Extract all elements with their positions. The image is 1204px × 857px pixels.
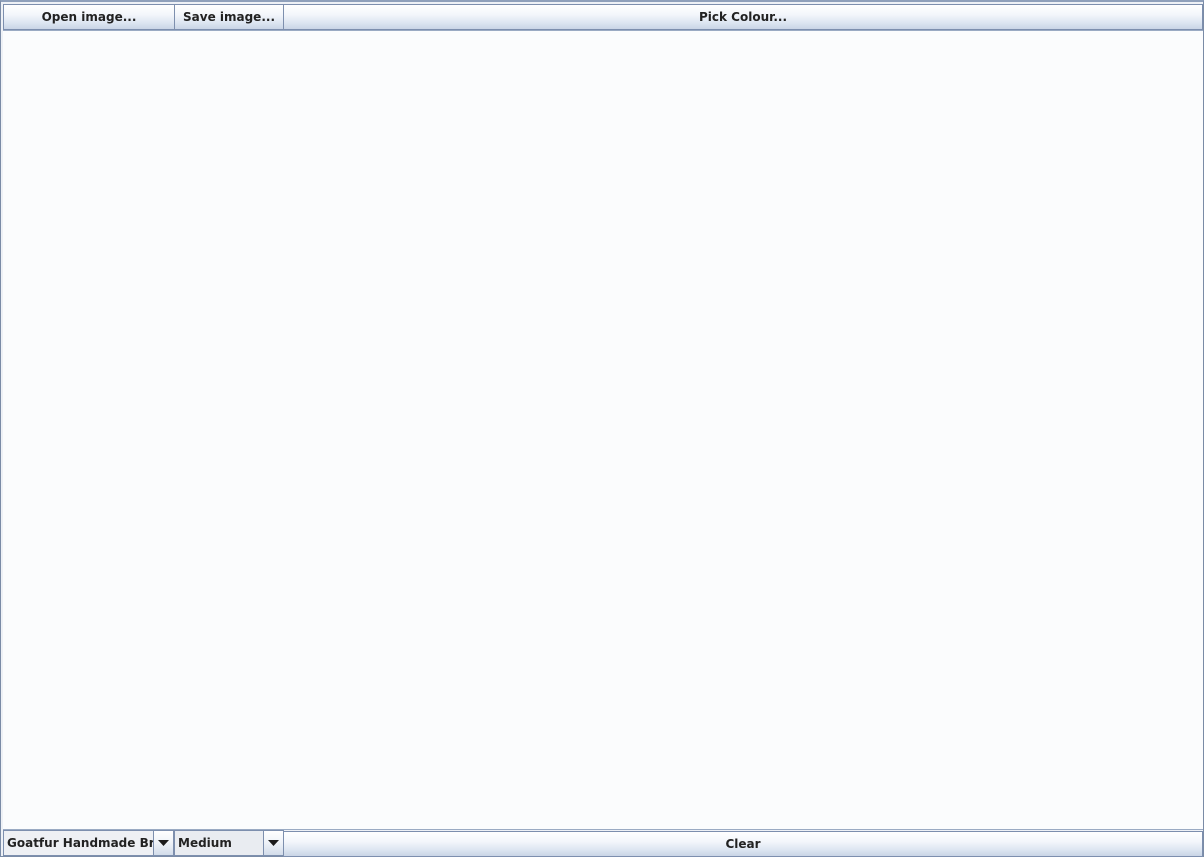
pick-colour-button[interactable]: Pick Colour... <box>283 4 1203 30</box>
brush-size-select-value: Medium <box>175 831 263 855</box>
save-image-button[interactable]: Save image... <box>174 4 284 30</box>
brush-select-value: Goatfur Handmade Brush <box>7 836 153 850</box>
brush-select[interactable]: Goatfur Handmade Brush <box>3 830 174 856</box>
chevron-down-icon[interactable] <box>263 831 283 855</box>
brush-size-select[interactable]: Medium <box>174 830 284 856</box>
drawing-canvas[interactable] <box>3 30 1203 830</box>
clear-button[interactable]: Clear <box>283 831 1203 857</box>
chevron-down-icon[interactable] <box>153 831 173 855</box>
open-image-button[interactable]: Open image... <box>3 4 175 30</box>
app-window: Open image... Save image... Pick Colour.… <box>0 0 1204 857</box>
